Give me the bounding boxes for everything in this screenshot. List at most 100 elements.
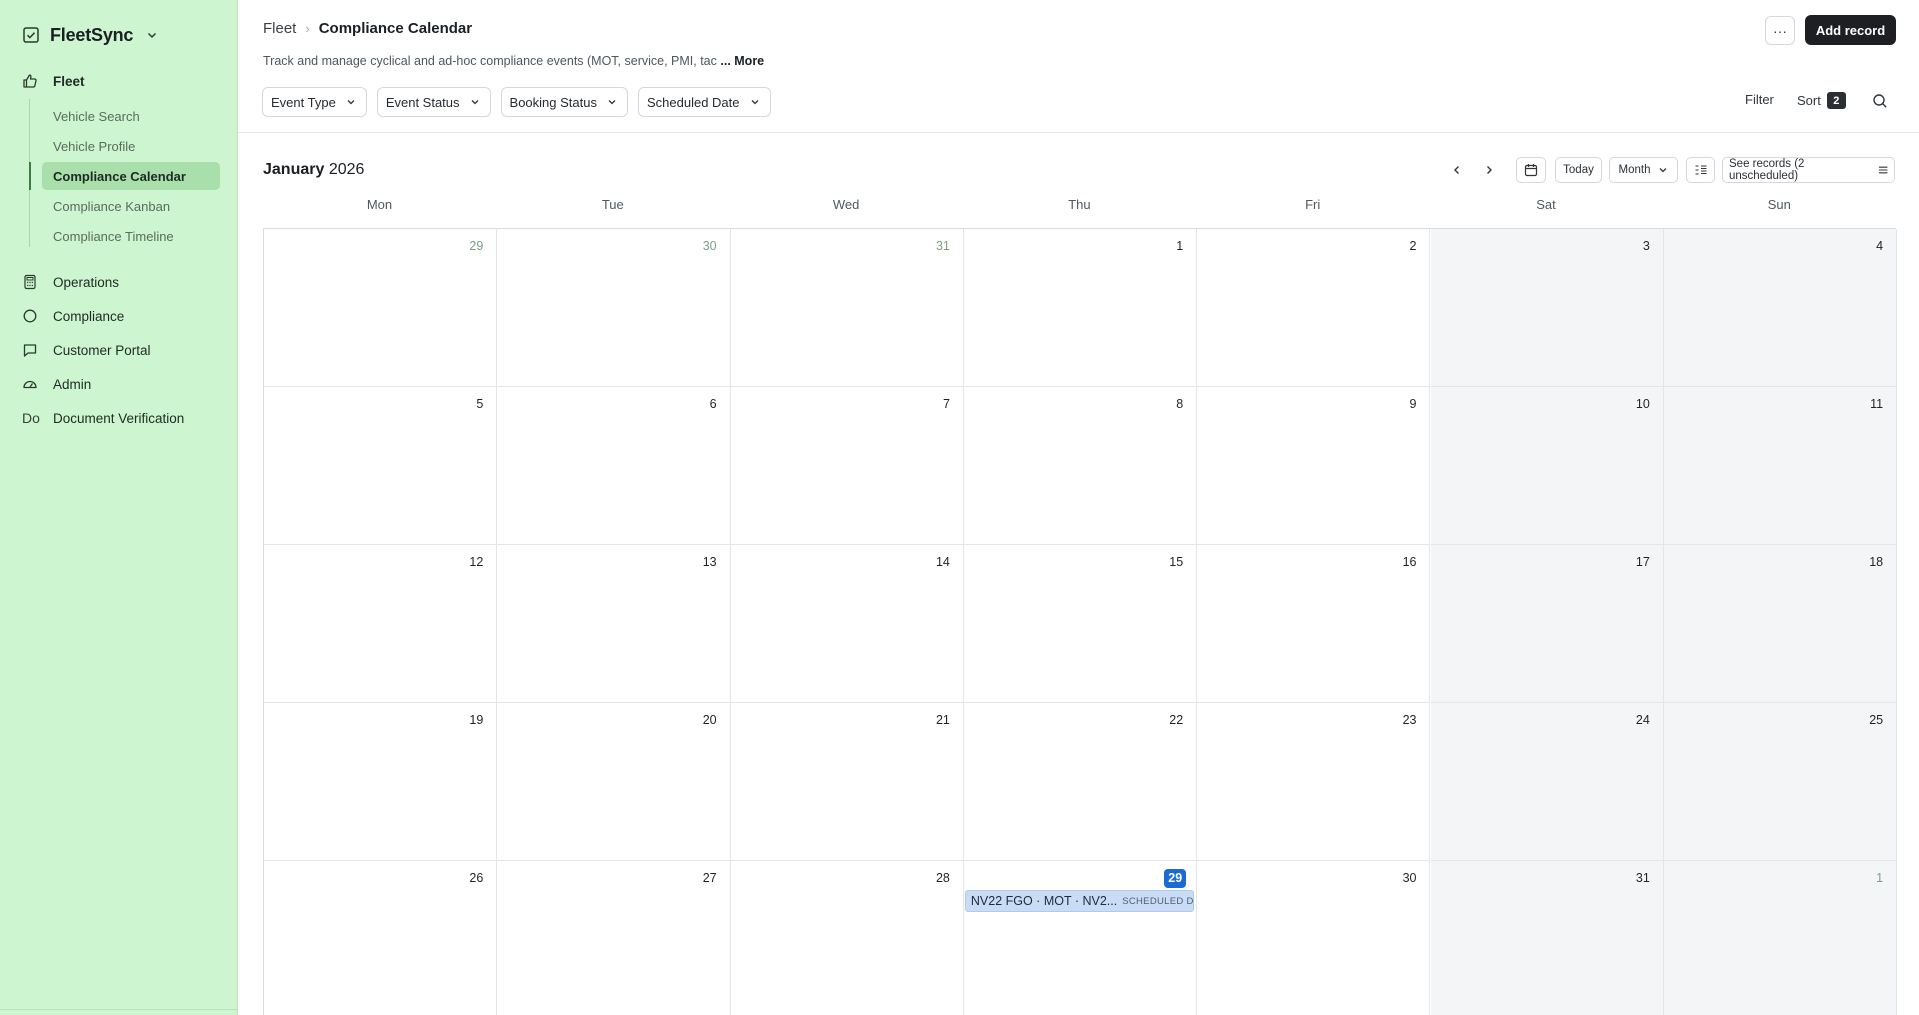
sidebar-group-compliance[interactable]: Compliance <box>0 302 238 330</box>
calendar-day-cell[interactable]: 21 <box>730 703 964 861</box>
view-mode-select[interactable]: Month <box>1609 157 1678 183</box>
previous-month-button[interactable] <box>1449 162 1465 178</box>
calendar-day-cell[interactable]: 28 <box>731 861 964 1015</box>
description-more-link[interactable]: ... More <box>720 54 764 68</box>
sidebar-item-compliance-kanban[interactable]: Compliance Kanban <box>42 192 220 220</box>
filter-scheduled-date[interactable]: Scheduled Date <box>637 87 771 117</box>
day-number: 9 <box>1409 397 1417 411</box>
sidebar-item-compliance-calendar[interactable]: Compliance Calendar <box>29 162 220 190</box>
day-number: 26 <box>469 871 484 885</box>
sidebar-item-compliance-timeline[interactable]: Compliance Timeline <box>42 222 220 250</box>
chevron-left-icon <box>1454 166 1459 174</box>
calendar-icon <box>1524 164 1538 177</box>
sidebar-item-vehicle-profile[interactable]: Vehicle Profile <box>42 132 220 160</box>
see-records-button[interactable]: See records (2 unscheduled) <box>1722 157 1895 183</box>
add-record-button[interactable]: Add record <box>1805 15 1896 45</box>
page-description: Track and manage cyclical and ad-hoc com… <box>263 54 764 68</box>
calendar-day-cell[interactable]: 31 <box>1430 861 1664 1015</box>
sort-button[interactable]: Sort 2 <box>1797 92 1846 109</box>
breadcrumb-separator: › <box>305 21 310 36</box>
calendar-day-cell[interactable]: 30 <box>497 229 731 387</box>
date-picker-button[interactable] <box>1516 157 1546 183</box>
calendar-day-cell[interactable]: 25 <box>1663 703 1898 861</box>
calendar-day-cell[interactable]: 16 <box>1197 545 1431 703</box>
circle-icon <box>22 308 38 324</box>
calendar-day-cell[interactable]: 27 <box>497 861 731 1015</box>
filter-event-status[interactable]: Event Status <box>376 87 491 117</box>
day-number: 6 <box>709 397 717 411</box>
description-text: Track and manage cyclical and ad-hoc com… <box>263 54 717 68</box>
sidebar-group-fleet[interactable]: Fleet <box>0 67 238 95</box>
filter-label: Booking Status <box>509 94 597 110</box>
layout-options-button[interactable] <box>1686 157 1715 183</box>
calendar-day-cell[interactable]: 29 NV22 FGO · MOT · NV2... SCHEDULED D... <box>964 861 1198 1015</box>
view-mode-label: Month <box>1618 164 1651 176</box>
breadcrumb: Fleet › Compliance Calendar <box>263 20 472 37</box>
checkbox-icon <box>23 27 39 43</box>
calendar-day-cell[interactable]: 8 <box>963 387 1198 545</box>
calendar-day-cell[interactable]: 11 <box>1663 387 1898 545</box>
calendar-day-cell[interactable]: 29 <box>264 229 498 387</box>
filter-booking-status[interactable]: Booking Status <box>500 87 628 117</box>
calendar-day-cell[interactable]: 17 <box>1430 545 1664 703</box>
chevron-down-icon <box>347 100 355 105</box>
calendar-day-cell[interactable]: 24 <box>1430 703 1664 861</box>
today-button[interactable]: Today <box>1555 157 1602 183</box>
filter-event-type[interactable]: Event Type <box>262 87 367 117</box>
workspace-switcher[interactable]: FleetSync <box>22 22 159 48</box>
day-number: 24 <box>1635 713 1650 727</box>
calendar-day-cell[interactable]: 2 <box>1197 229 1431 387</box>
chevron-down-icon <box>751 100 758 105</box>
day-number: 15 <box>1169 555 1184 569</box>
weekday-label: Thu <box>1068 197 1091 212</box>
weekday-label: Wed <box>832 197 860 212</box>
calendar-day-cell[interactable]: 4 <box>1663 229 1898 387</box>
calendar-day-cell[interactable]: 9 <box>1197 387 1431 545</box>
calendar-day-cell[interactable]: 3 <box>1430 229 1664 387</box>
day-number: 22 <box>1169 713 1184 727</box>
chevron-down-icon <box>1660 168 1667 173</box>
calendar-day-cell[interactable]: 5 <box>264 387 498 545</box>
day-number: 28 <box>935 871 950 885</box>
day-number: 4 <box>1876 239 1884 253</box>
calendar-day-cell[interactable]: 13 <box>497 545 731 703</box>
app-name: FleetSync <box>50 24 134 45</box>
calendar-day-cell[interactable]: 20 <box>497 703 731 861</box>
day-number: 16 <box>1402 555 1417 569</box>
calendar-day-cell[interactable]: 1 <box>963 229 1198 387</box>
calendar-day-cell[interactable]: 31 <box>730 229 964 387</box>
calendar-month-title: January 2026 <box>263 161 364 179</box>
calendar-day-cell[interactable]: 26 <box>264 861 498 1015</box>
calendar-day-cell[interactable]: 10 <box>1430 387 1664 545</box>
weekday-label: Sun <box>1767 197 1791 212</box>
next-month-button[interactable] <box>1481 162 1497 178</box>
sidebar-item-vehicle-search[interactable]: Vehicle Search <box>42 102 220 130</box>
calendar-day-cell[interactable]: 19 <box>264 703 498 861</box>
search-icon[interactable] <box>1872 93 1888 109</box>
day-number: 27 <box>702 871 717 885</box>
filter-button[interactable]: Filter <box>1745 92 1774 107</box>
calendar-day-cell[interactable]: 7 <box>730 387 964 545</box>
calendar-day-cell[interactable]: 6 <box>497 387 731 545</box>
sidebar-group-operations[interactable]: Operations <box>0 268 238 296</box>
sidebar-group-admin[interactable]: Admin <box>0 370 238 398</box>
calendar-day-cell[interactable]: 15 <box>963 545 1198 703</box>
event-status: SCHEDULED D... <box>1122 895 1194 907</box>
calendar-day-cell[interactable]: 18 <box>1663 545 1898 703</box>
calendar-day-cell[interactable]: 23 <box>1197 703 1431 861</box>
sidebar-group-customer-portal[interactable]: Customer Portal <box>0 336 238 364</box>
calendar-event[interactable]: NV22 FGO · MOT · NV2... SCHEDULED D... <box>964 890 1194 912</box>
sidebar-group-document-verification[interactable]: Do Document Verification <box>0 404 238 432</box>
sidebar-footer-divider <box>0 1009 238 1010</box>
breadcrumb-fleet[interactable]: Fleet <box>263 20 296 37</box>
day-number: 12 <box>469 555 484 569</box>
calendar-day-cell[interactable]: 22 <box>963 703 1198 861</box>
more-actions-button[interactable]: ··· <box>1765 16 1795 45</box>
day-number: 31 <box>1635 871 1650 885</box>
calendar-day-cell[interactable]: 12 <box>264 545 498 703</box>
calendar-day-cell[interactable]: 14 <box>730 545 964 703</box>
calendar-day-cell[interactable]: 1 <box>1663 861 1898 1015</box>
filter-label: Event Status <box>385 94 460 110</box>
day-number: 3 <box>1642 239 1650 253</box>
calendar-day-cell[interactable]: 30 <box>1197 861 1431 1015</box>
